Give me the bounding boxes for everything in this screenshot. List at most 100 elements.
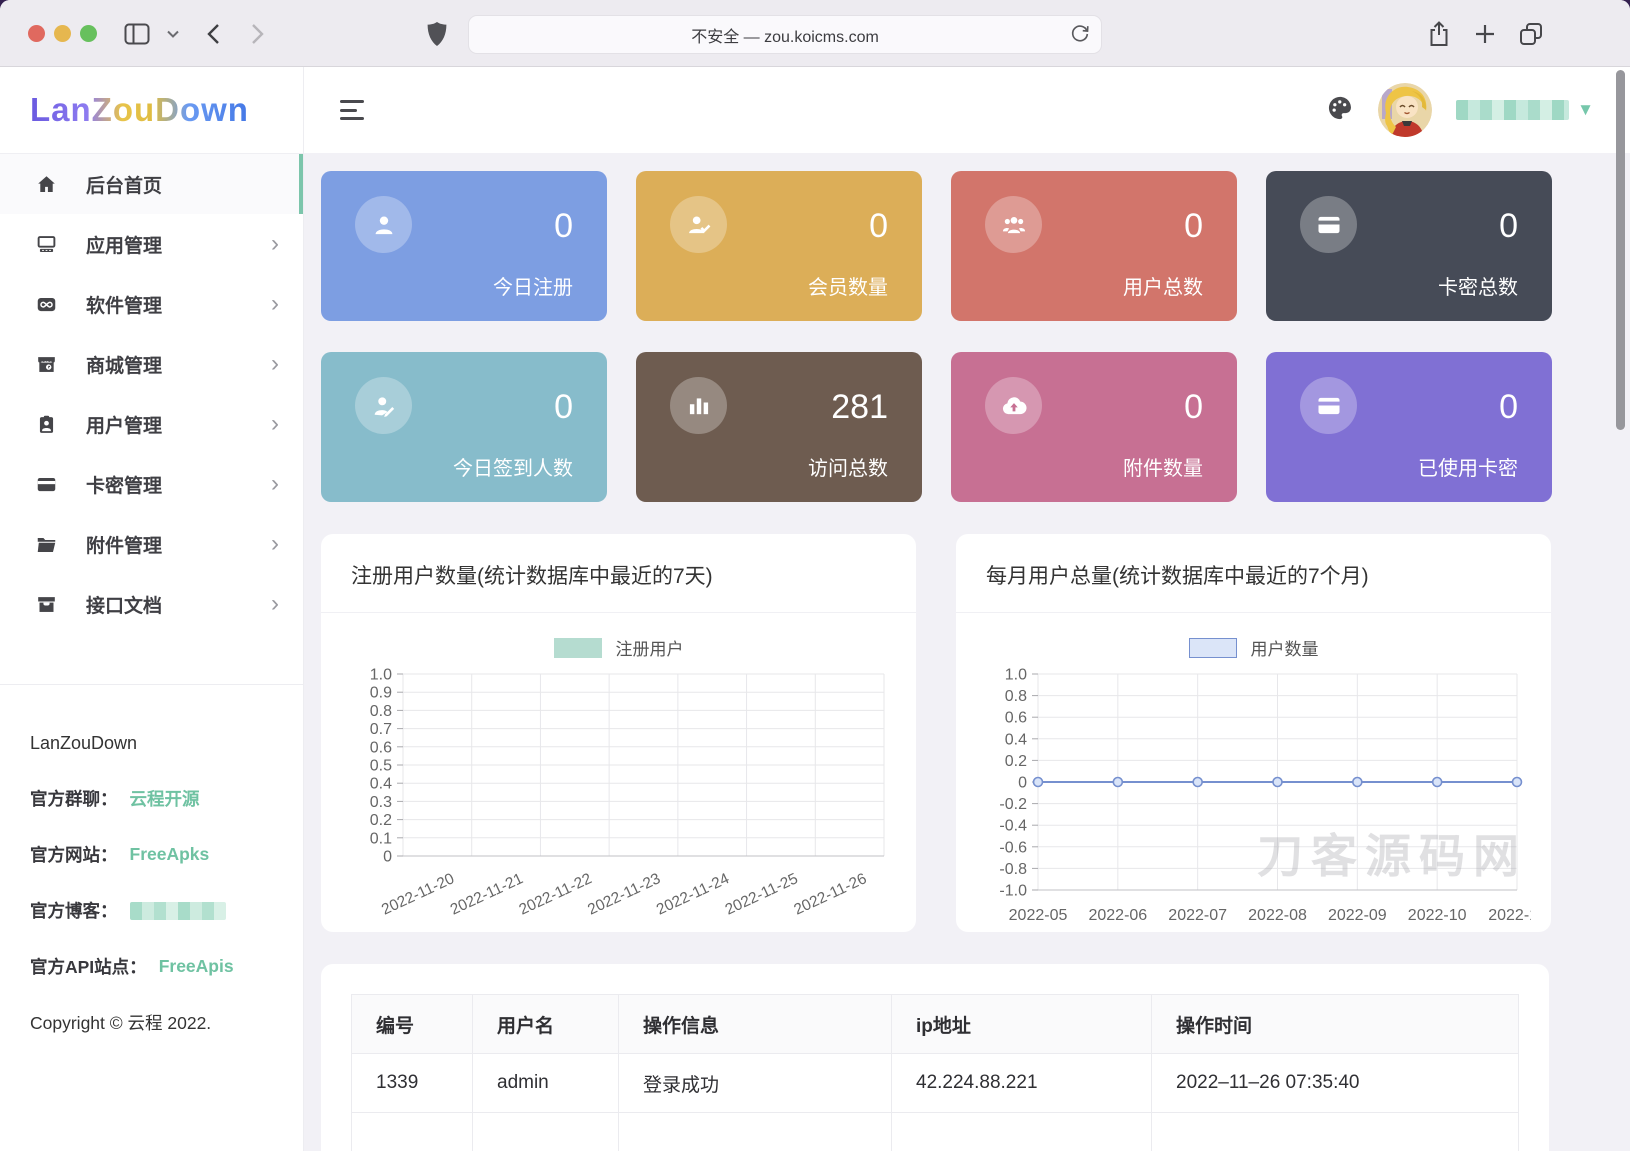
zoom-window-button[interactable]	[80, 25, 97, 42]
sidebar-item-user[interactable]: 用户管理 ›	[0, 394, 303, 454]
svg-text:-0.4: -0.4	[999, 818, 1027, 835]
address-bar[interactable]: 不安全 — zou.koicms.com	[468, 15, 1102, 54]
svg-text:2022-08: 2022-08	[1248, 907, 1307, 924]
sidebar-menu-chevron-icon[interactable]	[158, 19, 188, 49]
folder-icon	[36, 534, 60, 555]
sidebar-item-label: 接口文档	[86, 595, 163, 617]
stat-label: 附件数量	[1123, 458, 1203, 480]
footer-link-label: 官方API站点：	[30, 957, 147, 977]
table-header-cell: ip地址	[891, 994, 1152, 1054]
legend-swatch	[1188, 637, 1237, 658]
chevron-right-icon: ›	[271, 230, 279, 257]
back-button[interactable]	[198, 19, 228, 49]
stat-label: 访问总数	[808, 458, 888, 480]
svg-text:2022-11-21: 2022-11-21	[448, 870, 526, 918]
avatar[interactable]	[1378, 83, 1433, 137]
stats-grid: 0 今日注册 0 会员数量 0 用户总数 0 卡密总数 0 今日签到人数 281 访问总数 0 附件数量 0…	[321, 171, 1630, 502]
sidebar-item-docs[interactable]: 接口文档 ›	[0, 574, 303, 634]
svg-text:2022-11-23: 2022-11-23	[585, 870, 663, 918]
legend-swatch	[553, 637, 602, 658]
line-chart: 1.0 0.8 0.6 0.4 0.2 0 -0.2 -0.4 -0.6 -0.8 -1.0 2022…	[999, 667, 1531, 925]
svg-text:0.3: 0.3	[370, 794, 392, 811]
footer-link-value[interactable]: FreeApks	[130, 844, 210, 865]
table-header-cell: 用户名	[472, 994, 619, 1054]
reload-icon[interactable]	[1069, 23, 1091, 50]
new-tab-icon[interactable]	[1470, 19, 1500, 49]
stat-label: 已使用卡密	[1418, 458, 1518, 480]
svg-text:2022-09: 2022-09	[1328, 907, 1387, 924]
sidebar-item-app[interactable]: 应用管理 ›	[0, 214, 303, 274]
theme-palette-icon[interactable]	[1326, 94, 1354, 127]
sidebar-item-card[interactable]: 卡密管理 ›	[0, 454, 303, 514]
stat-value: 281	[831, 388, 888, 426]
table-body: 1339 admin 登录成功 42.224.88.221 2022–11–26 07:…	[351, 1053, 1519, 1151]
username-redacted	[1456, 100, 1570, 120]
credit-card-icon	[1300, 196, 1357, 253]
sidebar-item-software[interactable]: 软件管理 ›	[0, 274, 303, 334]
legend-label: 注册用户	[615, 640, 684, 659]
stat-card: 0 附件数量	[951, 352, 1237, 502]
svg-text:1.0: 1.0	[1005, 667, 1027, 684]
stat-value: 0	[869, 207, 888, 245]
user-icon	[36, 414, 60, 435]
table-row: 1339 admin 登录成功 42.224.88.221 2022–11–26 07:…	[351, 1053, 1519, 1113]
svg-text:0.8: 0.8	[1005, 688, 1027, 705]
svg-text:2022-06: 2022-06	[1088, 907, 1147, 924]
footer-link-row: 官方API站点： FreeApis	[30, 954, 273, 979]
stat-label: 卡密总数	[1438, 277, 1518, 299]
svg-text:2022-11: 2022-11	[1488, 907, 1531, 924]
svg-text:2022-11-26: 2022-11-26	[791, 870, 869, 918]
chart-legend[interactable]: 注册用户	[321, 635, 916, 660]
sidebar-item-folder[interactable]: 附件管理 ›	[0, 514, 303, 574]
svg-text:2022-11-24: 2022-11-24	[654, 870, 732, 919]
footer-link-label: 官方网站：	[30, 845, 118, 865]
card-icon	[36, 474, 60, 495]
menu-toggle-icon[interactable]	[340, 100, 364, 120]
monthly-users-chart-card: 每月用户总量(统计数据库中最近的7个月) 用户数量 1.0 0.8 0.6 0.4 0.…	[956, 534, 1551, 932]
svg-text:2022-05: 2022-05	[1009, 907, 1068, 924]
share-icon[interactable]	[1424, 19, 1454, 49]
sidebar-item-shop[interactable]: 商城管理 ›	[0, 334, 303, 394]
sidebar-item-label: 后台首页	[86, 175, 163, 197]
table-header-cell: 操作信息	[618, 994, 892, 1054]
svg-text:-1.0: -1.0	[999, 883, 1027, 900]
svg-text:2022-07: 2022-07	[1168, 907, 1227, 924]
privacy-shield-icon[interactable]	[422, 19, 452, 49]
svg-text:0.9: 0.9	[370, 685, 392, 702]
stat-card: 0 已使用卡密	[1266, 352, 1552, 502]
svg-text:0.5: 0.5	[370, 758, 392, 775]
table-header-row: 编号 用户名 操作信息 ip地址 操作时间	[351, 994, 1519, 1054]
svg-text:0: 0	[383, 849, 392, 866]
svg-text:1.0: 1.0	[370, 667, 392, 684]
svg-text:0.2: 0.2	[370, 812, 392, 829]
table-cell: 登录成功	[618, 1053, 892, 1113]
operation-log-card: 编号 用户名 操作信息 ip地址 操作时间 1339 admin 登录成功 42.224.88…	[321, 964, 1549, 1151]
scrollbar-thumb[interactable]	[1616, 70, 1625, 430]
close-window-button[interactable]	[28, 25, 45, 42]
footer-link-value[interactable]: FreeApis	[159, 956, 234, 977]
chart-title: 每月用户总量(统计数据库中最近的7个月)	[956, 534, 1551, 613]
sidebar-toggle-icon[interactable]	[122, 19, 152, 49]
svg-text:0: 0	[1018, 775, 1027, 792]
stat-card: 0 会员数量	[636, 171, 922, 321]
stat-label: 今日签到人数	[453, 458, 573, 480]
user-menu[interactable]: ▼	[1456, 100, 1594, 120]
window-controls	[28, 25, 97, 42]
logo[interactable]: LanZouDown	[0, 67, 303, 154]
sidebar-item-home[interactable]: 后台首页	[0, 154, 303, 214]
stat-card: 0 用户总数	[951, 171, 1237, 321]
forward-button[interactable]	[242, 19, 272, 49]
stat-value: 0	[1184, 207, 1203, 245]
footer-brand: LanZouDown	[30, 733, 138, 753]
stat-value: 0	[1184, 388, 1203, 426]
table-header-cell: 编号	[351, 994, 473, 1054]
tab-overview-icon[interactable]	[1516, 19, 1546, 49]
chart-legend[interactable]: 用户数量	[956, 635, 1551, 660]
sidebar-footer: LanZouDown 官方群聊： 云程开源 官方网站： FreeApks 官方博客： 官方…	[0, 685, 303, 1035]
minimize-window-button[interactable]	[54, 25, 71, 42]
stat-card: 0 今日注册	[321, 171, 607, 321]
footer-link-value[interactable]: 云程开源	[130, 786, 200, 811]
table-header-cell: 操作时间	[1151, 994, 1519, 1054]
table-cell: 2022–11–26 07:35:40	[1151, 1053, 1519, 1113]
sidebar-item-label: 附件管理	[86, 535, 163, 557]
